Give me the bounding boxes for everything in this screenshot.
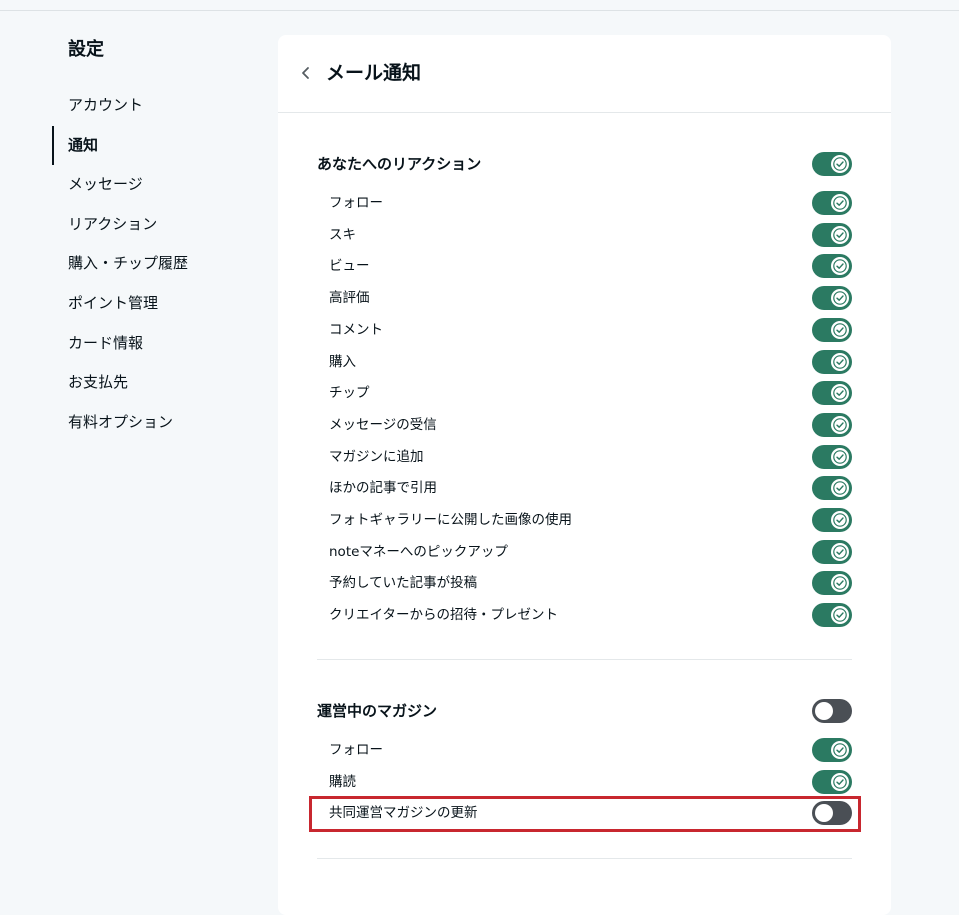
notification-row: コメント xyxy=(317,316,852,344)
notification-label: 購入 xyxy=(329,353,356,370)
email-notification-card: メール通知 あなたへのリアクション フォロー スキ ビュー 高評価 コメント 購入 チップ メッ… xyxy=(278,35,891,915)
section-heading-1: 運営中のマガジン xyxy=(317,697,852,725)
notification-label: フォロー xyxy=(329,195,383,211)
notification-label: フォロー xyxy=(329,742,383,758)
chevron-left-icon xyxy=(294,61,318,85)
notification-label: チップ xyxy=(329,385,370,402)
sidebar-item-account[interactable]: アカウント xyxy=(52,86,252,126)
toggle-knob-check-icon xyxy=(831,225,849,244)
notification-toggle[interactable] xyxy=(812,222,852,247)
toggle-knob-check-icon xyxy=(831,574,849,593)
sidebar-item-paid-options[interactable]: 有料オプション xyxy=(52,403,252,443)
notification-toggle[interactable] xyxy=(812,539,852,564)
toggle-knob-check-icon xyxy=(831,289,849,308)
notification-row: フォロー xyxy=(317,736,852,764)
notification-label: 予約していた記事が投稿 xyxy=(329,575,478,592)
notification-toggle[interactable] xyxy=(812,571,852,596)
sidebar-nav: アカウント 通知 メッセージ リアクション 購入・チップ履歴 ポイント管理 カー… xyxy=(52,86,252,442)
notification-label: マガジンに追加 xyxy=(329,448,424,465)
notification-row: メッセージの受信 xyxy=(317,411,852,439)
notification-row: 購入 xyxy=(317,348,852,376)
section-heading-label: あなたへのリアクション xyxy=(317,155,482,173)
notification-toggle[interactable] xyxy=(812,476,852,501)
toggle-knob-check-icon xyxy=(831,772,849,791)
notification-toggle[interactable] xyxy=(812,412,852,437)
section-1-master-toggle[interactable] xyxy=(812,699,852,723)
notification-toggle[interactable] xyxy=(812,317,852,342)
toggle-knob-check-icon xyxy=(831,447,849,466)
sidebar-item-notifications[interactable]: 通知 xyxy=(52,125,252,166)
notification-toggle[interactable] xyxy=(812,191,852,215)
notification-row: 予約していた記事が投稿 xyxy=(317,569,852,597)
section-divider xyxy=(317,659,852,660)
notification-row: マガジンに追加 xyxy=(317,443,852,471)
toggle-knob-check-icon xyxy=(831,479,849,498)
notification-row: スキ xyxy=(317,221,852,249)
sidebar-item-reactions[interactable]: リアクション xyxy=(52,205,252,245)
notification-row: 高評価 xyxy=(317,284,852,312)
notification-toggle[interactable] xyxy=(812,508,852,532)
notification-label: ビュー xyxy=(329,258,370,275)
notification-toggle[interactable] xyxy=(812,254,852,279)
notification-toggle[interactable] xyxy=(812,349,852,374)
toggle-knob-check-icon xyxy=(831,155,849,173)
toggle-knob-check-icon xyxy=(831,415,849,434)
notification-row: クリエイターからの招待・プレゼント xyxy=(317,601,852,629)
notification-toggle[interactable] xyxy=(812,603,852,628)
notification-row: ビュー xyxy=(317,252,852,280)
sidebar-title: 設定 xyxy=(68,39,104,60)
notification-label: コメント xyxy=(329,321,383,338)
sidebar-item-payee[interactable]: お支払先 xyxy=(52,363,252,403)
sidebar-item-purchase-history[interactable]: 購入・チップ履歴 xyxy=(52,244,252,284)
notification-toggle[interactable] xyxy=(812,381,852,406)
notification-row: フォトギャラリーに公開した画像の使用 xyxy=(317,506,852,534)
notification-toggle[interactable] xyxy=(812,769,852,794)
toggle-knob-check-icon xyxy=(831,511,849,529)
toggle-knob-check-icon xyxy=(831,384,849,403)
notification-label: 高評価 xyxy=(329,290,370,307)
sidebar-item-messages[interactable]: メッセージ xyxy=(52,165,252,205)
notification-label: noteマネーへのピックアップ xyxy=(329,543,508,560)
toggle-knob-check-icon xyxy=(831,606,849,625)
highlight-box xyxy=(309,796,861,832)
notification-label: 購読 xyxy=(329,773,356,790)
notification-label: スキ xyxy=(329,226,356,243)
section-divider xyxy=(317,858,852,859)
toggle-knob-check-icon xyxy=(831,257,849,276)
notification-label: フォトギャラリーに公開した画像の使用 xyxy=(329,512,572,528)
toggle-knob-check-icon xyxy=(831,741,849,759)
notification-row: チップ xyxy=(317,379,852,407)
toggle-knob-check-icon xyxy=(831,352,849,371)
toggle-knob-check-icon xyxy=(831,320,849,339)
notification-label: ほかの記事で引用 xyxy=(329,480,437,497)
notification-toggle[interactable] xyxy=(812,444,852,469)
section-heading-0: あなたへのリアクション xyxy=(317,150,852,178)
sidebar-item-card-info[interactable]: カード情報 xyxy=(52,324,252,364)
notification-row: 購読 xyxy=(317,768,852,796)
top-divider xyxy=(0,10,959,11)
toggle-knob-check-icon xyxy=(831,194,849,212)
sidebar-item-points[interactable]: ポイント管理 xyxy=(52,284,252,324)
notification-row: noteマネーへのピックアップ xyxy=(317,538,852,566)
section-0-master-toggle[interactable] xyxy=(812,152,852,176)
back-button[interactable] xyxy=(294,61,318,85)
notification-toggle[interactable] xyxy=(812,738,852,762)
card-header: メール通知 xyxy=(278,35,891,113)
page-title: メール通知 xyxy=(326,62,422,84)
notification-label: メッセージの受信 xyxy=(329,416,437,433)
notification-row: フォロー xyxy=(317,189,852,217)
toggle-knob xyxy=(815,702,833,720)
toggle-knob-check-icon xyxy=(831,542,849,561)
notification-row: ほかの記事で引用 xyxy=(317,474,852,502)
section-heading-label: 運営中のマガジン xyxy=(317,702,438,720)
notification-label: クリエイターからの招待・プレゼント xyxy=(329,607,558,624)
notification-toggle[interactable] xyxy=(812,286,852,311)
